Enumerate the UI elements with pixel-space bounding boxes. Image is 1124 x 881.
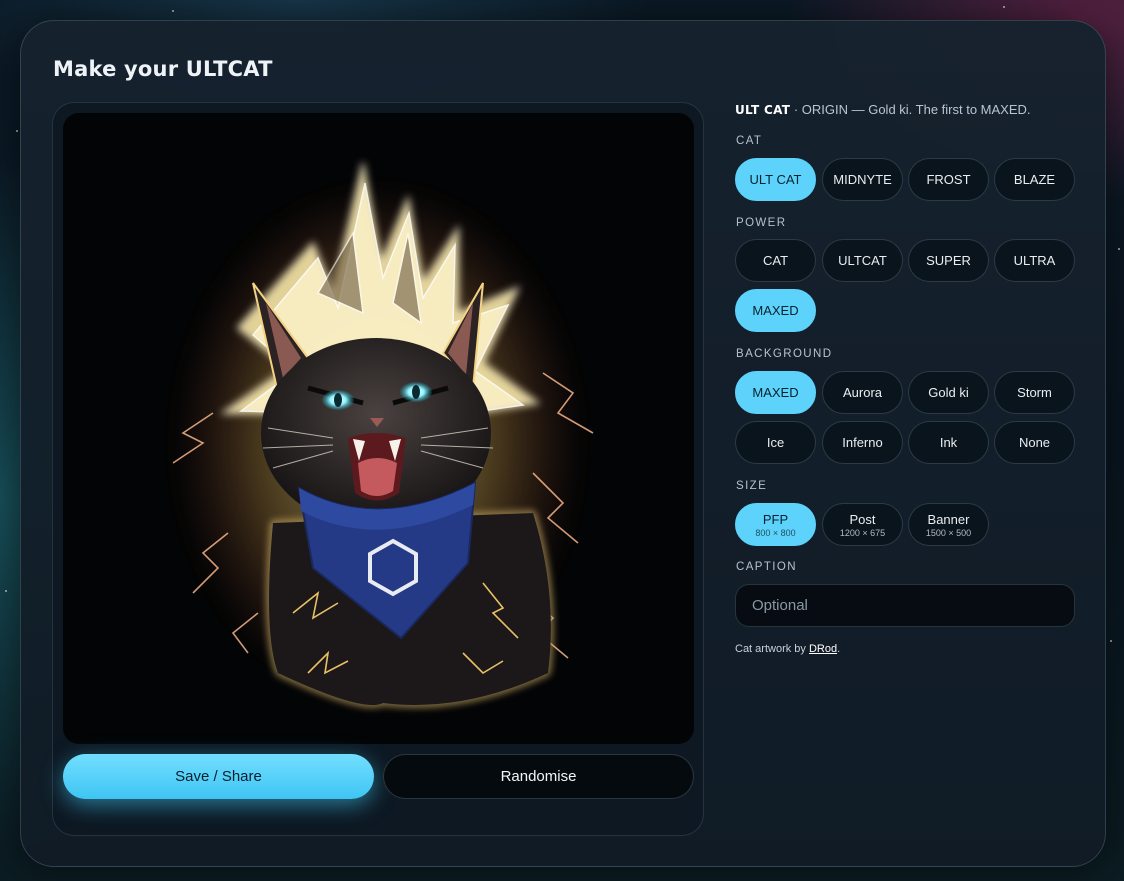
background-option-none[interactable]: None <box>994 421 1075 464</box>
background-option-maxed[interactable]: MAXED <box>735 371 816 414</box>
power-option-cat[interactable]: CAT <box>735 239 816 282</box>
background-option-ink[interactable]: Ink <box>908 421 989 464</box>
size-option-label: Post <box>849 511 876 527</box>
credit-suffix: . <box>837 643 841 655</box>
cat-artwork-canvas <box>63 113 694 744</box>
cat-option-ult-cat[interactable]: ULT CAT <box>735 158 816 201</box>
background-option-inferno[interactable]: Inferno <box>822 421 903 464</box>
variant-tagline: · ORIGIN — Gold ki. The first to MAXED. <box>790 102 1031 117</box>
power-option-super[interactable]: SUPER <box>908 239 989 282</box>
power-option-ultra[interactable]: ULTRA <box>994 239 1075 282</box>
credit-prefix: Cat artwork by <box>735 643 809 655</box>
randomise-button[interactable]: Randomise <box>383 754 694 799</box>
size-option-label: PFP <box>762 511 789 527</box>
section-label-background: BACKGROUND <box>736 348 833 360</box>
size-option-banner[interactable]: Banner 1500 × 500 <box>908 503 989 546</box>
background-option-storm[interactable]: Storm <box>994 371 1075 414</box>
section-label-caption: CAPTION <box>736 561 797 573</box>
section-label-cat: CAT <box>736 135 763 147</box>
size-option-pfp[interactable]: PFP 800 × 800 <box>735 503 816 546</box>
background-option-gold-ki[interactable]: Gold ki <box>908 371 989 414</box>
section-label-size: SIZE <box>736 480 768 492</box>
variant-description: ULT CAT · ORIGIN — Gold ki. The first to… <box>735 102 1031 117</box>
background-option-ice[interactable]: Ice <box>735 421 816 464</box>
background-option-aurora[interactable]: Aurora <box>822 371 903 414</box>
power-option-ultcat[interactable]: ULTCAT <box>822 239 903 282</box>
save-share-button[interactable]: Save / Share <box>63 754 374 799</box>
credit-artist-link[interactable]: DRod <box>809 643 837 655</box>
size-option-dims: 1200 × 675 <box>839 527 886 538</box>
ultcat-maker-panel: Make your ULTCAT Save / Share Randomise … <box>20 20 1106 867</box>
caption-input[interactable] <box>735 584 1075 627</box>
cat-option-frost[interactable]: FROST <box>908 158 989 201</box>
cat-option-blaze[interactable]: BLAZE <box>994 158 1075 201</box>
variant-name: ULT CAT <box>735 103 791 117</box>
size-option-label: Banner <box>927 511 970 527</box>
section-label-power: POWER <box>736 217 787 229</box>
cat-artwork-image <box>172 162 594 707</box>
cat-option-midnyte[interactable]: MIDNYTE <box>822 158 903 201</box>
size-option-dims: 1500 × 500 <box>925 527 972 538</box>
page-title: Make your ULTCAT <box>53 57 273 81</box>
power-option-maxed[interactable]: MAXED <box>735 289 816 332</box>
size-option-post[interactable]: Post 1200 × 675 <box>822 503 903 546</box>
preview-card: Save / Share Randomise <box>52 102 704 836</box>
artwork-credit: Cat artwork by DRod. <box>735 643 840 655</box>
size-option-dims: 800 × 800 <box>755 527 796 538</box>
